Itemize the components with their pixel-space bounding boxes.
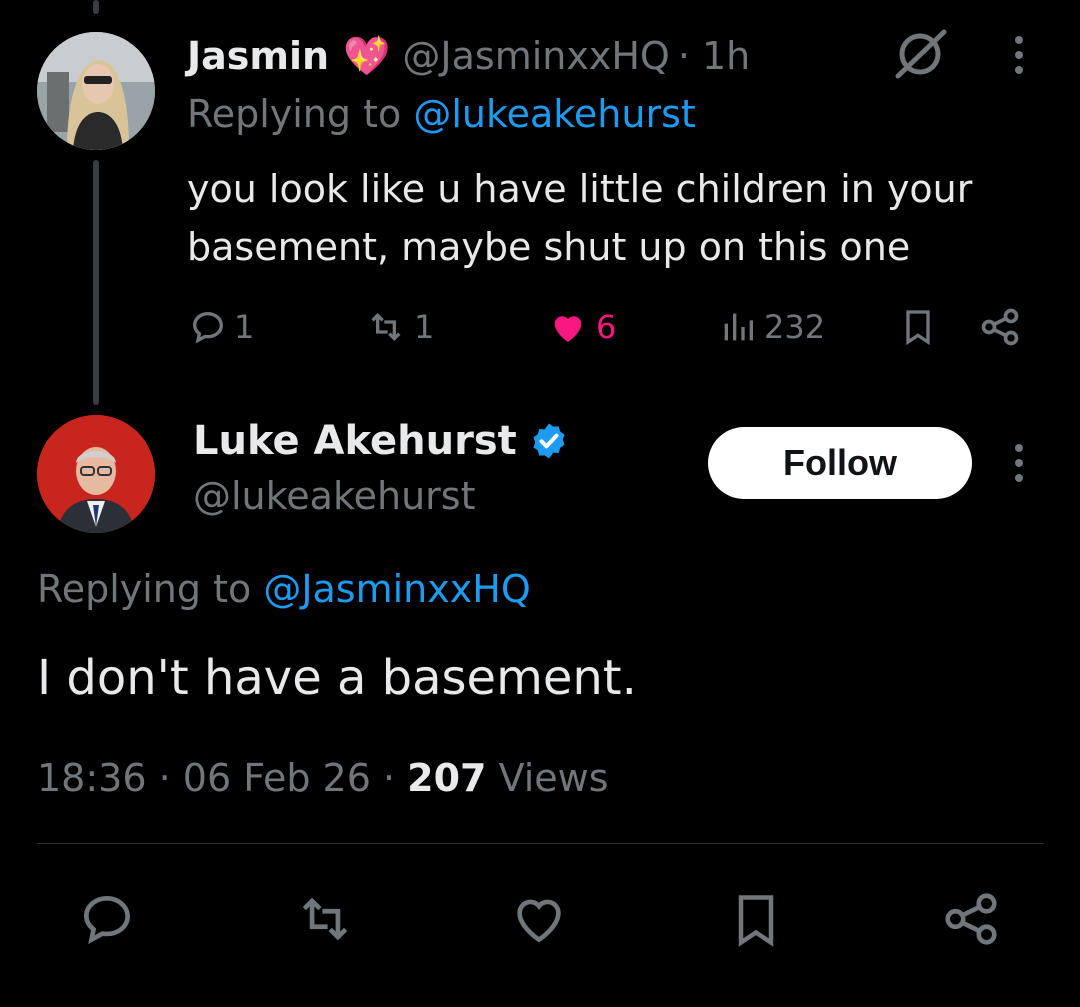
- tweet-text: I don't have a basement.: [37, 650, 637, 706]
- follow-button[interactable]: Follow: [708, 427, 972, 499]
- reply-header: Jasmin 💖 @JasminxxHQ · 1h: [187, 30, 750, 82]
- tweet-action-bar: [0, 888, 1080, 950]
- reply-replying-to: Replying to @lukeakehurst: [187, 92, 696, 136]
- reply-count: 1: [234, 308, 255, 346]
- tweet-display-name[interactable]: Luke Akehurst: [193, 418, 517, 464]
- heart-icon: [517, 899, 561, 943]
- share-button[interactable]: [978, 304, 1022, 350]
- replying-prefix: Replying to: [187, 92, 414, 136]
- avatar-jasmin[interactable]: [37, 32, 155, 150]
- repost-button[interactable]: 1: [364, 304, 434, 350]
- comment-icon: [84, 896, 130, 945]
- reply-display-name[interactable]: Jasmin: [187, 34, 329, 78]
- more-icon[interactable]: [1004, 34, 1034, 82]
- bookmark-button[interactable]: [726, 888, 786, 956]
- bookmark-icon: [738, 895, 774, 947]
- tweet-views-count[interactable]: 207: [407, 756, 486, 800]
- repost-icon: [302, 897, 348, 941]
- thread-line: [93, 160, 99, 405]
- tweet-author: Luke Akehurst: [193, 418, 569, 464]
- views-button[interactable]: 232: [718, 304, 825, 350]
- divider: [37, 843, 1044, 844]
- reply-handle[interactable]: @JasminxxHQ: [402, 34, 669, 78]
- tweet-meta: 18:36 · 06 Feb 26 · 207 Views: [37, 756, 609, 800]
- like-button[interactable]: [508, 888, 570, 954]
- share-icon: [945, 893, 997, 945]
- reply-text: you look like u have little children in …: [187, 167, 973, 269]
- views-count: 232: [764, 308, 826, 346]
- avatar-luke[interactable]: [37, 415, 155, 533]
- bookmark-button[interactable]: [898, 304, 938, 350]
- heart-icon: [554, 316, 582, 342]
- verified-badge-icon[interactable]: [529, 421, 569, 461]
- mention-link[interactable]: @lukeakehurst: [413, 92, 695, 136]
- tweet-time[interactable]: 18:36: [37, 756, 147, 800]
- tweet-handle[interactable]: @lukeakehurst: [193, 474, 475, 518]
- comment-icon: [192, 311, 224, 344]
- bookmark-icon: [906, 310, 930, 346]
- repost-icon: [371, 312, 401, 342]
- tweet-date[interactable]: 06 Feb 26: [183, 756, 371, 800]
- tweet-views-label: Views: [486, 756, 609, 800]
- reply-button[interactable]: [76, 888, 138, 954]
- tweet-replying-to: Replying to @JasminxxHQ: [37, 567, 531, 611]
- reply-action-bar: 1 1 6 232: [0, 304, 1080, 350]
- like-button[interactable]: 6: [546, 304, 616, 350]
- replying-prefix: Replying to: [37, 567, 264, 611]
- repost-button[interactable]: [292, 888, 358, 954]
- more-icon[interactable]: [1004, 442, 1034, 490]
- like-count: 6: [596, 308, 617, 346]
- mention-link[interactable]: @JasminxxHQ: [263, 567, 530, 611]
- grok-icon[interactable]: [890, 26, 954, 86]
- share-button[interactable]: [940, 888, 1002, 954]
- reply-time[interactable]: · 1h: [678, 34, 750, 78]
- separator: ·: [146, 756, 183, 800]
- thread-line-top: [93, 0, 99, 14]
- separator: ·: [370, 756, 408, 800]
- repost-count: 1: [414, 308, 435, 346]
- share-icon: [981, 308, 1019, 346]
- views-icon: [724, 313, 753, 341]
- reply-button[interactable]: 1: [188, 304, 254, 350]
- sparkling-heart-emoji: 💖: [343, 33, 391, 78]
